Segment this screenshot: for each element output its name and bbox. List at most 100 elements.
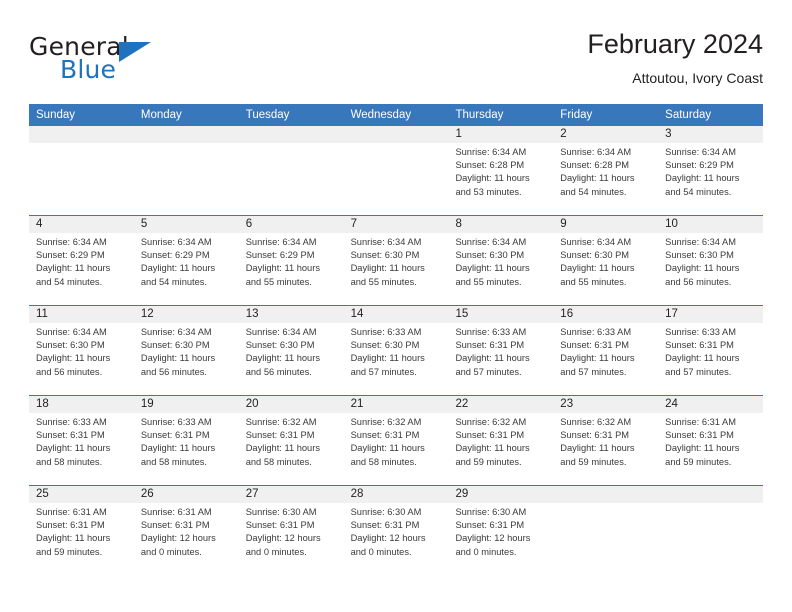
- day-cell[interactable]: Sunrise: 6:33 AM Sunset: 6:31 PM Daylight:…: [29, 413, 134, 485]
- day-number[interactable]: 8: [448, 216, 553, 233]
- day-number[interactable]: 16: [553, 306, 658, 323]
- sunrise-text: Sunrise: 6:30 AM: [350, 507, 422, 517]
- day-number[interactable]: 26: [134, 486, 239, 503]
- day-cell[interactable]: Sunrise: 6:31 AM Sunset: 6:31 PM Daylight:…: [134, 503, 239, 575]
- day-cell[interactable]: Sunrise: 6:30 AM Sunset: 6:31 PM Daylight:…: [448, 503, 553, 575]
- page-header: General Blue February 2024 Attoutou, Ivo…: [29, 28, 763, 100]
- day-number[interactable]: 14: [344, 306, 449, 323]
- day-number[interactable]: 1: [448, 126, 553, 143]
- daylight-text: Daylight: 11 hours and 57 minutes.: [560, 353, 635, 377]
- day-number[interactable]: 24: [658, 396, 763, 413]
- day-number[interactable]: 6: [239, 216, 344, 233]
- sunset-text: Sunset: 6:29 PM: [36, 250, 105, 261]
- sunrise-text: Sunrise: 6:33 AM: [350, 327, 422, 337]
- day-number[interactable]: 27: [239, 486, 344, 503]
- daylight-text: Daylight: 11 hours and 56 minutes.: [665, 263, 740, 287]
- day-number[interactable]: 29: [448, 486, 553, 503]
- sunrise-text: Sunrise: 6:31 AM: [36, 507, 107, 517]
- day-cell[interactable]: Sunrise: 6:34 AM Sunset: 6:29 PM Daylight:…: [658, 143, 763, 215]
- day-number[interactable]: 23: [553, 396, 658, 413]
- day-number[interactable]: 21: [344, 396, 449, 413]
- day-cell[interactable]: Sunrise: 6:34 AM Sunset: 6:30 PM Daylight:…: [658, 233, 763, 305]
- day-cell[interactable]: Sunrise: 6:33 AM Sunset: 6:31 PM Daylight:…: [658, 323, 763, 395]
- day-detail-strip: Sunrise: 6:34 AM Sunset: 6:28 PM Daylight:…: [29, 143, 763, 215]
- sunrise-text: Sunrise: 6:34 AM: [665, 147, 736, 157]
- day-cell[interactable]: Sunrise: 6:34 AM Sunset: 6:29 PM Daylight:…: [239, 233, 344, 305]
- sunset-text: Sunset: 6:29 PM: [140, 250, 210, 261]
- day-number[interactable]: 19: [134, 396, 239, 413]
- day-cell[interactable]: Sunrise: 6:32 AM Sunset: 6:31 PM Daylight:…: [239, 413, 344, 485]
- calendar-week-row: 1 2 3 Sunrise: 6:34 AM Sunset: 6:28 PM Daylig…: [29, 126, 763, 215]
- day-number[interactable]: 2: [553, 126, 658, 143]
- day-cell[interactable]: Sunrise: 6:34 AM Sunset: 6:28 PM Daylight:…: [553, 143, 658, 215]
- day-number[interactable]: 3: [658, 126, 763, 143]
- day-cell[interactable]: Sunrise: 6:34 AM Sunset: 6:30 PM Daylight:…: [448, 233, 553, 305]
- day-cell-empty: [344, 143, 449, 215]
- day-cell[interactable]: Sunrise: 6:33 AM Sunset: 6:30 PM Daylight:…: [344, 323, 449, 395]
- day-number[interactable]: 7: [344, 216, 449, 233]
- day-cell[interactable]: Sunrise: 6:30 AM Sunset: 6:31 PM Daylight:…: [239, 503, 344, 575]
- day-cell[interactable]: Sunrise: 6:32 AM Sunset: 6:31 PM Daylight:…: [448, 413, 553, 485]
- day-cell[interactable]: Sunrise: 6:34 AM Sunset: 6:29 PM Daylight:…: [29, 233, 134, 305]
- day-number[interactable]: 9: [553, 216, 658, 233]
- sunrise-text: Sunrise: 6:33 AM: [140, 417, 212, 427]
- sunset-text: Sunset: 6:30 PM: [665, 250, 734, 261]
- day-number[interactable]: 12: [134, 306, 239, 323]
- sunrise-text: Sunrise: 6:34 AM: [560, 147, 632, 157]
- day-cell[interactable]: Sunrise: 6:33 AM Sunset: 6:31 PM Daylight:…: [448, 323, 553, 395]
- day-cell-empty: [29, 143, 134, 215]
- day-cell[interactable]: Sunrise: 6:34 AM Sunset: 6:30 PM Daylight:…: [344, 233, 449, 305]
- day-cell[interactable]: Sunrise: 6:34 AM Sunset: 6:30 PM Daylight:…: [553, 233, 658, 305]
- daylight-text: Daylight: 12 hours and 0 minutes.: [350, 533, 426, 557]
- day-cell[interactable]: Sunrise: 6:32 AM Sunset: 6:31 PM Daylight:…: [344, 413, 449, 485]
- sunrise-text: Sunrise: 6:34 AM: [350, 237, 422, 247]
- daylight-text: Daylight: 12 hours and 0 minutes.: [140, 533, 216, 557]
- day-cell[interactable]: Sunrise: 6:33 AM Sunset: 6:31 PM Daylight:…: [134, 413, 239, 485]
- daylight-text: Daylight: 11 hours and 54 minutes.: [140, 263, 216, 287]
- daylight-text: Daylight: 11 hours and 54 minutes.: [36, 263, 111, 287]
- day-number[interactable]: 28: [344, 486, 449, 503]
- day-number-strip: 18 19 20 21 22 23 24: [29, 396, 763, 413]
- day-cell[interactable]: Sunrise: 6:34 AM Sunset: 6:30 PM Daylight:…: [29, 323, 134, 395]
- day-cell[interactable]: Sunrise: 6:33 AM Sunset: 6:31 PM Daylight:…: [553, 323, 658, 395]
- sunrise-text: Sunrise: 6:32 AM: [350, 417, 422, 427]
- day-number-strip: 25 26 27 28 29: [29, 486, 763, 503]
- sunset-text: Sunset: 6:31 PM: [350, 430, 420, 441]
- day-number[interactable]: 10: [658, 216, 763, 233]
- day-number[interactable]: 5: [134, 216, 239, 233]
- day-number-empty: [29, 126, 134, 143]
- day-cell[interactable]: Sunrise: 6:31 AM Sunset: 6:31 PM Daylight:…: [29, 503, 134, 575]
- weekday-header-tuesday: Tuesday: [245, 109, 290, 121]
- sunrise-text: Sunrise: 6:34 AM: [140, 327, 212, 337]
- sunrise-text: Sunrise: 6:30 AM: [455, 507, 527, 517]
- day-number[interactable]: 11: [29, 306, 134, 323]
- day-detail-strip: Sunrise: 6:31 AM Sunset: 6:31 PM Daylight:…: [29, 503, 763, 575]
- sunset-text: Sunset: 6:29 PM: [245, 250, 315, 261]
- day-number[interactable]: 15: [448, 306, 553, 323]
- day-cell[interactable]: Sunrise: 6:34 AM Sunset: 6:30 PM Daylight:…: [239, 323, 344, 395]
- day-cell[interactable]: Sunrise: 6:30 AM Sunset: 6:31 PM Daylight:…: [344, 503, 449, 575]
- day-number[interactable]: 4: [29, 216, 134, 233]
- day-cell[interactable]: Sunrise: 6:34 AM Sunset: 6:29 PM Daylight:…: [134, 233, 239, 305]
- sunrise-text: Sunrise: 6:31 AM: [665, 417, 736, 427]
- day-cell[interactable]: Sunrise: 6:31 AM Sunset: 6:31 PM Daylight:…: [658, 413, 763, 485]
- day-cell[interactable]: Sunrise: 6:34 AM Sunset: 6:28 PM Daylight:…: [448, 143, 553, 215]
- day-cell[interactable]: Sunrise: 6:34 AM Sunset: 6:30 PM Daylight:…: [134, 323, 239, 395]
- day-number-empty: [239, 126, 344, 143]
- sunrise-text: Sunrise: 6:33 AM: [36, 417, 107, 427]
- sunrise-text: Sunrise: 6:34 AM: [455, 147, 527, 157]
- day-number[interactable]: 25: [29, 486, 134, 503]
- day-number[interactable]: 17: [658, 306, 763, 323]
- day-number[interactable]: 18: [29, 396, 134, 413]
- day-number[interactable]: 20: [239, 396, 344, 413]
- sunrise-text: Sunrise: 6:34 AM: [560, 237, 632, 247]
- day-cell-empty: [134, 143, 239, 215]
- day-cell-empty: [553, 503, 658, 575]
- day-number[interactable]: 13: [239, 306, 344, 323]
- day-cell[interactable]: Sunrise: 6:32 AM Sunset: 6:31 PM Daylight:…: [553, 413, 658, 485]
- calendar-grid: Sunday Monday Tuesday Wednesday Thursday Frid…: [29, 104, 763, 575]
- day-number[interactable]: 22: [448, 396, 553, 413]
- daylight-text: Daylight: 12 hours and 0 minutes.: [455, 533, 531, 557]
- sunrise-text: Sunrise: 6:33 AM: [560, 327, 632, 337]
- daylight-text: Daylight: 11 hours and 59 minutes.: [36, 533, 111, 557]
